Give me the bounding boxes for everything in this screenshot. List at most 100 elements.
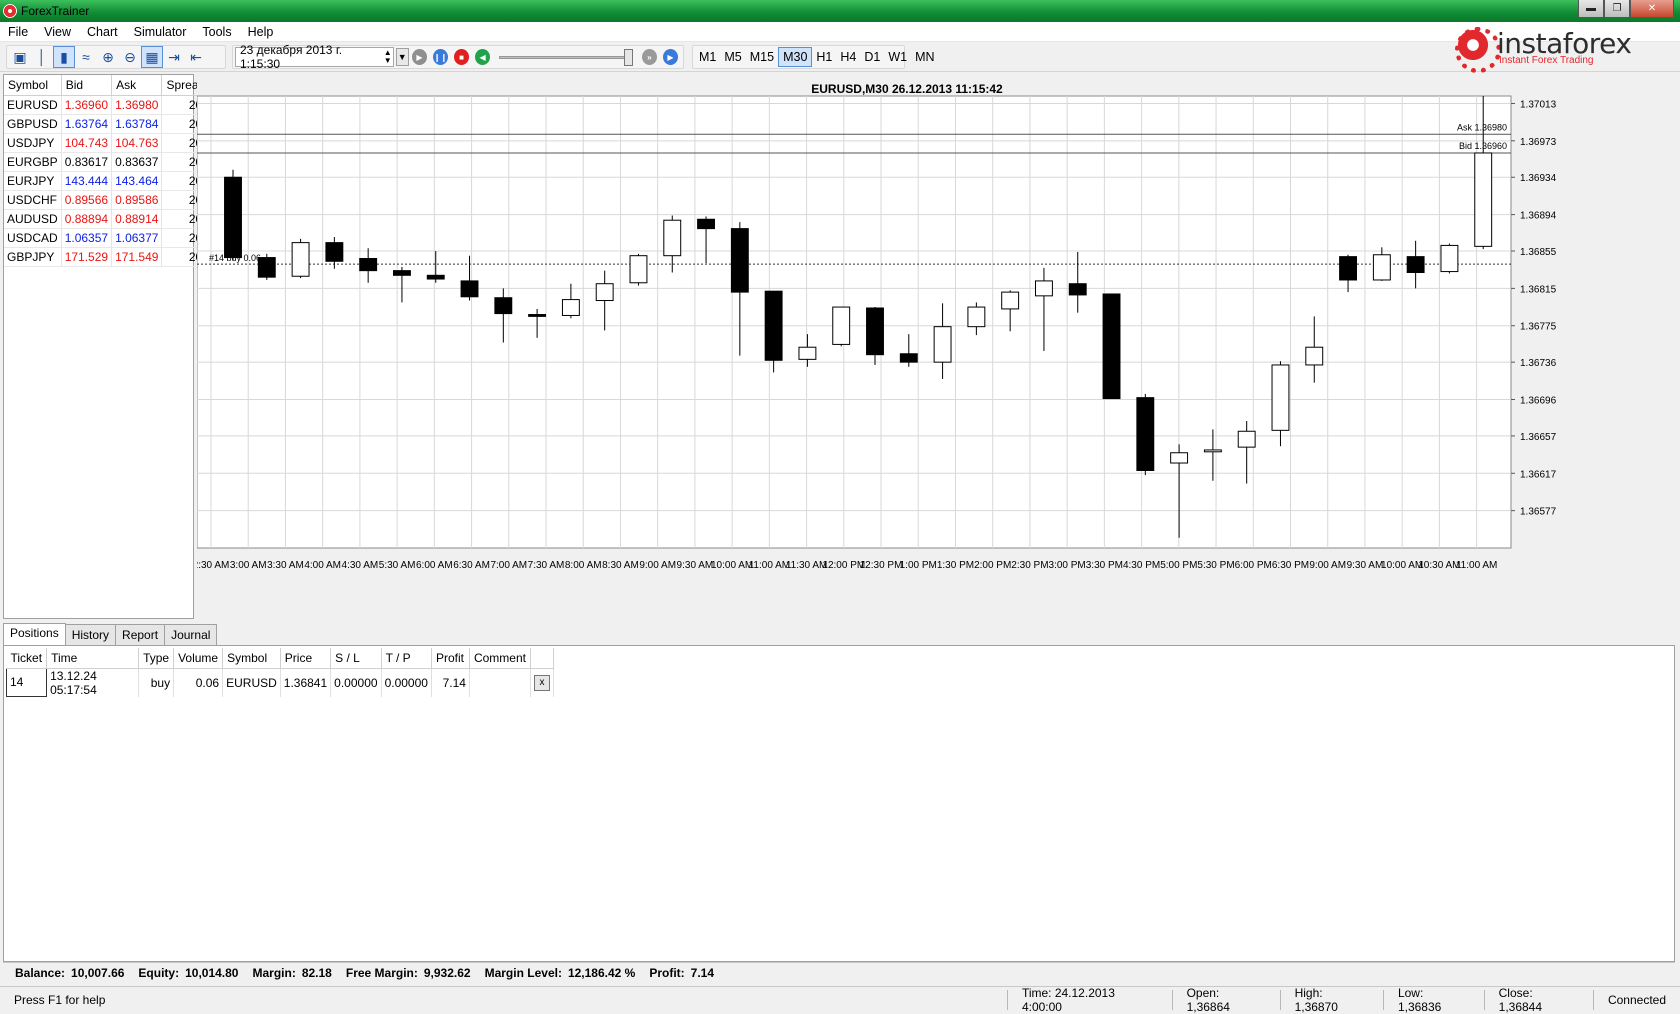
positions-header[interactable]: Type	[138, 648, 175, 669]
restore-button[interactable]: ❐	[1604, 0, 1630, 18]
watch-row[interactable]: GBPUSD 1.63764 1.63784 20	[4, 114, 207, 134]
menu-file[interactable]: File	[0, 25, 36, 39]
rewind-button[interactable]: ◀	[475, 49, 491, 65]
watch-row[interactable]: USDCAD 1.06357 1.06377 20	[4, 228, 207, 248]
watch-row[interactable]: EURJPY 143.444 143.464 20	[4, 171, 207, 191]
timeframe-m15[interactable]: M15	[746, 47, 778, 67]
line-chart-icon[interactable]: ≈	[75, 46, 97, 68]
watch-row[interactable]: EURGBP 0.83617 0.83637 20	[4, 152, 207, 172]
watch-symbol: EURGBP	[4, 152, 62, 172]
watch-header-bid[interactable]: Bid	[61, 75, 113, 96]
candle-body	[1372, 254, 1391, 281]
positions-panel: Ticket Time Type Volume Symbol Price S / LT / …	[3, 645, 1675, 962]
candle-body	[460, 280, 479, 298]
watch-symbol: USDCHF	[4, 190, 62, 210]
watch-row[interactable]: EURUSD 1.36960 1.36980 20	[4, 95, 207, 115]
chart-shift-icon[interactable]: ⇤	[185, 46, 207, 68]
positions-header[interactable]: S / L	[330, 648, 382, 669]
simulation-datetime-input[interactable]: 23 декабря 2013 г. 1:15:30 ▲ ▼	[235, 43, 394, 71]
x-tick-label: 9:30 AM	[1347, 560, 1384, 571]
balance-label: Profit:	[649, 965, 685, 980]
step-forward-button[interactable]: ▶	[662, 49, 678, 65]
datetime-spinner[interactable]: ▲ ▼	[383, 49, 393, 65]
grid-icon[interactable]: ▦	[141, 46, 163, 68]
timeframe-mn[interactable]: MN	[911, 47, 938, 67]
y-tick-label: 1.36577	[1520, 507, 1557, 518]
positions-header[interactable]: Profit	[431, 648, 470, 669]
timeframe-h4[interactable]: H4	[836, 47, 860, 67]
status-open: Open: 1,36864	[1171, 986, 1280, 1014]
timeframe-d1[interactable]: D1	[860, 47, 884, 67]
positions-header[interactable]: Symbol	[222, 648, 281, 669]
menu-simulator[interactable]: Simulator	[126, 25, 195, 39]
menu-view[interactable]: View	[36, 25, 79, 39]
position-row[interactable]: 14 13.12.24 05:17:54 buy 0.06 EURUSD 1.36841 0…	[5, 667, 554, 697]
positions-header[interactable]: Comment	[469, 648, 531, 669]
timeframe-m30[interactable]: M30	[778, 47, 813, 67]
candle-body	[764, 290, 783, 361]
candlestick-chart-icon[interactable]: ▮	[53, 46, 75, 68]
tab-report[interactable]: Report	[115, 624, 166, 646]
candle-body	[1474, 152, 1493, 247]
timeframe-w1[interactable]: W1	[884, 47, 911, 67]
menu-tools[interactable]: Tools	[194, 25, 239, 39]
zoom-out-icon[interactable]: ⊖	[119, 46, 141, 68]
x-tick-label: 4:00 AM	[304, 560, 341, 571]
timeframe-m1[interactable]: M1	[695, 47, 720, 67]
menu-help[interactable]: Help	[240, 25, 282, 39]
positions-header[interactable]: Ticket	[6, 648, 48, 669]
timeframe-m5[interactable]: M5	[720, 47, 745, 67]
positions-header[interactable]: Volume	[173, 648, 224, 669]
datetime-dropdown-button[interactable]: ▼	[395, 48, 409, 66]
candle-body	[1136, 397, 1155, 471]
positions-header[interactable]: Price	[280, 648, 332, 669]
y-tick-label: 1.36696	[1520, 396, 1557, 407]
logo-gear-icon	[1455, 27, 1501, 73]
status-low: Low: 1,36836	[1382, 986, 1484, 1014]
chart-area[interactable]: EURUSD,M30 26.12.2013 11:15:42 1.37013 1.…	[197, 74, 1677, 619]
instaforex-logo: instaforex Instant Forex Trading	[1455, 27, 1632, 73]
stop-button[interactable]: ■	[453, 49, 470, 65]
x-tick-label: 3:00 PM	[1049, 560, 1086, 571]
x-tick-label: 5:30 AM	[379, 560, 416, 571]
watch-bid: 0.83617	[61, 152, 113, 172]
balance-label: Margin:	[252, 965, 296, 980]
watch-header-symbol[interactable]: Symbol	[4, 75, 62, 96]
watch-symbol: GBPUSD	[4, 114, 62, 134]
play-button[interactable]: ▶	[411, 49, 427, 65]
menu-chart[interactable]: Chart	[79, 25, 126, 39]
watch-row[interactable]: GBPJPY 171.529 171.549 20	[4, 247, 207, 267]
tab-positions[interactable]: Positions	[3, 623, 66, 647]
watch-row[interactable]: AUDUSD 0.88894 0.88914 20	[4, 209, 207, 229]
speed-slider[interactable]	[499, 47, 633, 67]
candle-body	[629, 255, 648, 284]
watch-row[interactable]: USDJPY 104.743 104.763 20	[4, 133, 207, 153]
x-tick-label: 9:30 AM	[677, 560, 714, 571]
positions-header[interactable]: T / P	[381, 648, 432, 669]
minimize-button[interactable]: ▬	[1578, 0, 1604, 18]
positions-header[interactable]: Time	[46, 648, 140, 669]
candlestick-chart[interactable]: 1.37013 1.36973 1.36934 1.36894 1.36855 1.368…	[197, 74, 1677, 619]
fast-forward-button[interactable]: »	[641, 49, 657, 65]
tab-history[interactable]: History	[64, 624, 117, 646]
close-position-button[interactable]: x	[533, 674, 550, 691]
close-button[interactable]: ✕	[1630, 0, 1674, 18]
candle-body	[1001, 291, 1020, 310]
position-ticket[interactable]: 14	[5, 667, 48, 697]
watch-row[interactable]: USDCHF 0.89566 0.89586 20	[4, 190, 207, 210]
timeframe-h1[interactable]: H1	[812, 47, 836, 67]
bar-chart-icon[interactable]: │	[31, 46, 53, 68]
tab-journal[interactable]: Journal	[164, 624, 218, 646]
speed-slider-thumb[interactable]	[623, 49, 633, 66]
autoscroll-icon[interactable]: ⇥	[163, 46, 185, 68]
chart-tools-group: ▣ │ ▮ ≈ ⊕ ⊖ ▦ ⇥ ⇤	[6, 45, 226, 69]
pause-button[interactable]: ❙❙	[432, 49, 448, 65]
watch-header-ask[interactable]: Ask	[111, 75, 163, 96]
x-tick-label: 8:00 AM	[565, 560, 602, 571]
zoom-in-icon[interactable]: ⊕	[97, 46, 119, 68]
x-tick-label: 4:30 AM	[342, 560, 379, 571]
candle-body	[899, 353, 918, 363]
new-order-icon[interactable]: ▣	[9, 46, 31, 68]
watch-symbol: AUDUSD	[4, 209, 62, 229]
market-watch-panel: Symbol Bid Ask Spread EURUSD 1.36960 1.36980 2…	[3, 74, 207, 619]
